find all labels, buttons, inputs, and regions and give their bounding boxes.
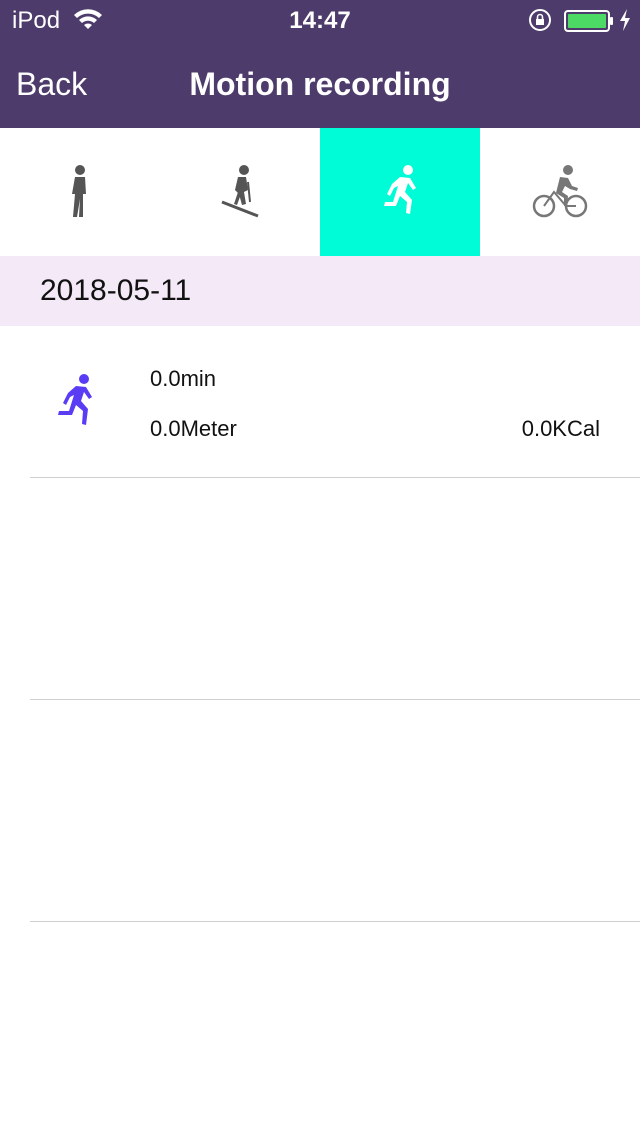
status-bar: iPod 14:47 [0,0,640,40]
list-item[interactable]: 0.0min 0.0Meter 0.0KCal [0,326,640,478]
walking-icon [72,165,86,217]
tab-running[interactable] [320,128,480,256]
divider [30,699,640,700]
record-duration: 0.0min [150,366,217,391]
running-icon [384,165,416,214]
cycling-icon [532,165,588,218]
header: iPod 14:47 Back Motion recording [0,0,640,128]
charging-bolt-icon [620,9,630,31]
divider [30,921,640,922]
page-title: Motion recording [189,66,451,102]
tab-skiing[interactable] [160,128,320,256]
running-icon [58,374,92,425]
record-calories: 0.0KCal [521,416,600,441]
rotation-lock-icon [529,9,551,31]
tab-cycling[interactable] [480,128,640,256]
tab-walking[interactable] [0,128,160,256]
divider [30,477,640,478]
activity-tabs [0,128,640,256]
date-header: 2018-05-11 [0,256,640,326]
record-distance: 0.0Meter [150,416,237,441]
battery-icon [564,10,613,32]
skiing-icon [221,165,259,218]
